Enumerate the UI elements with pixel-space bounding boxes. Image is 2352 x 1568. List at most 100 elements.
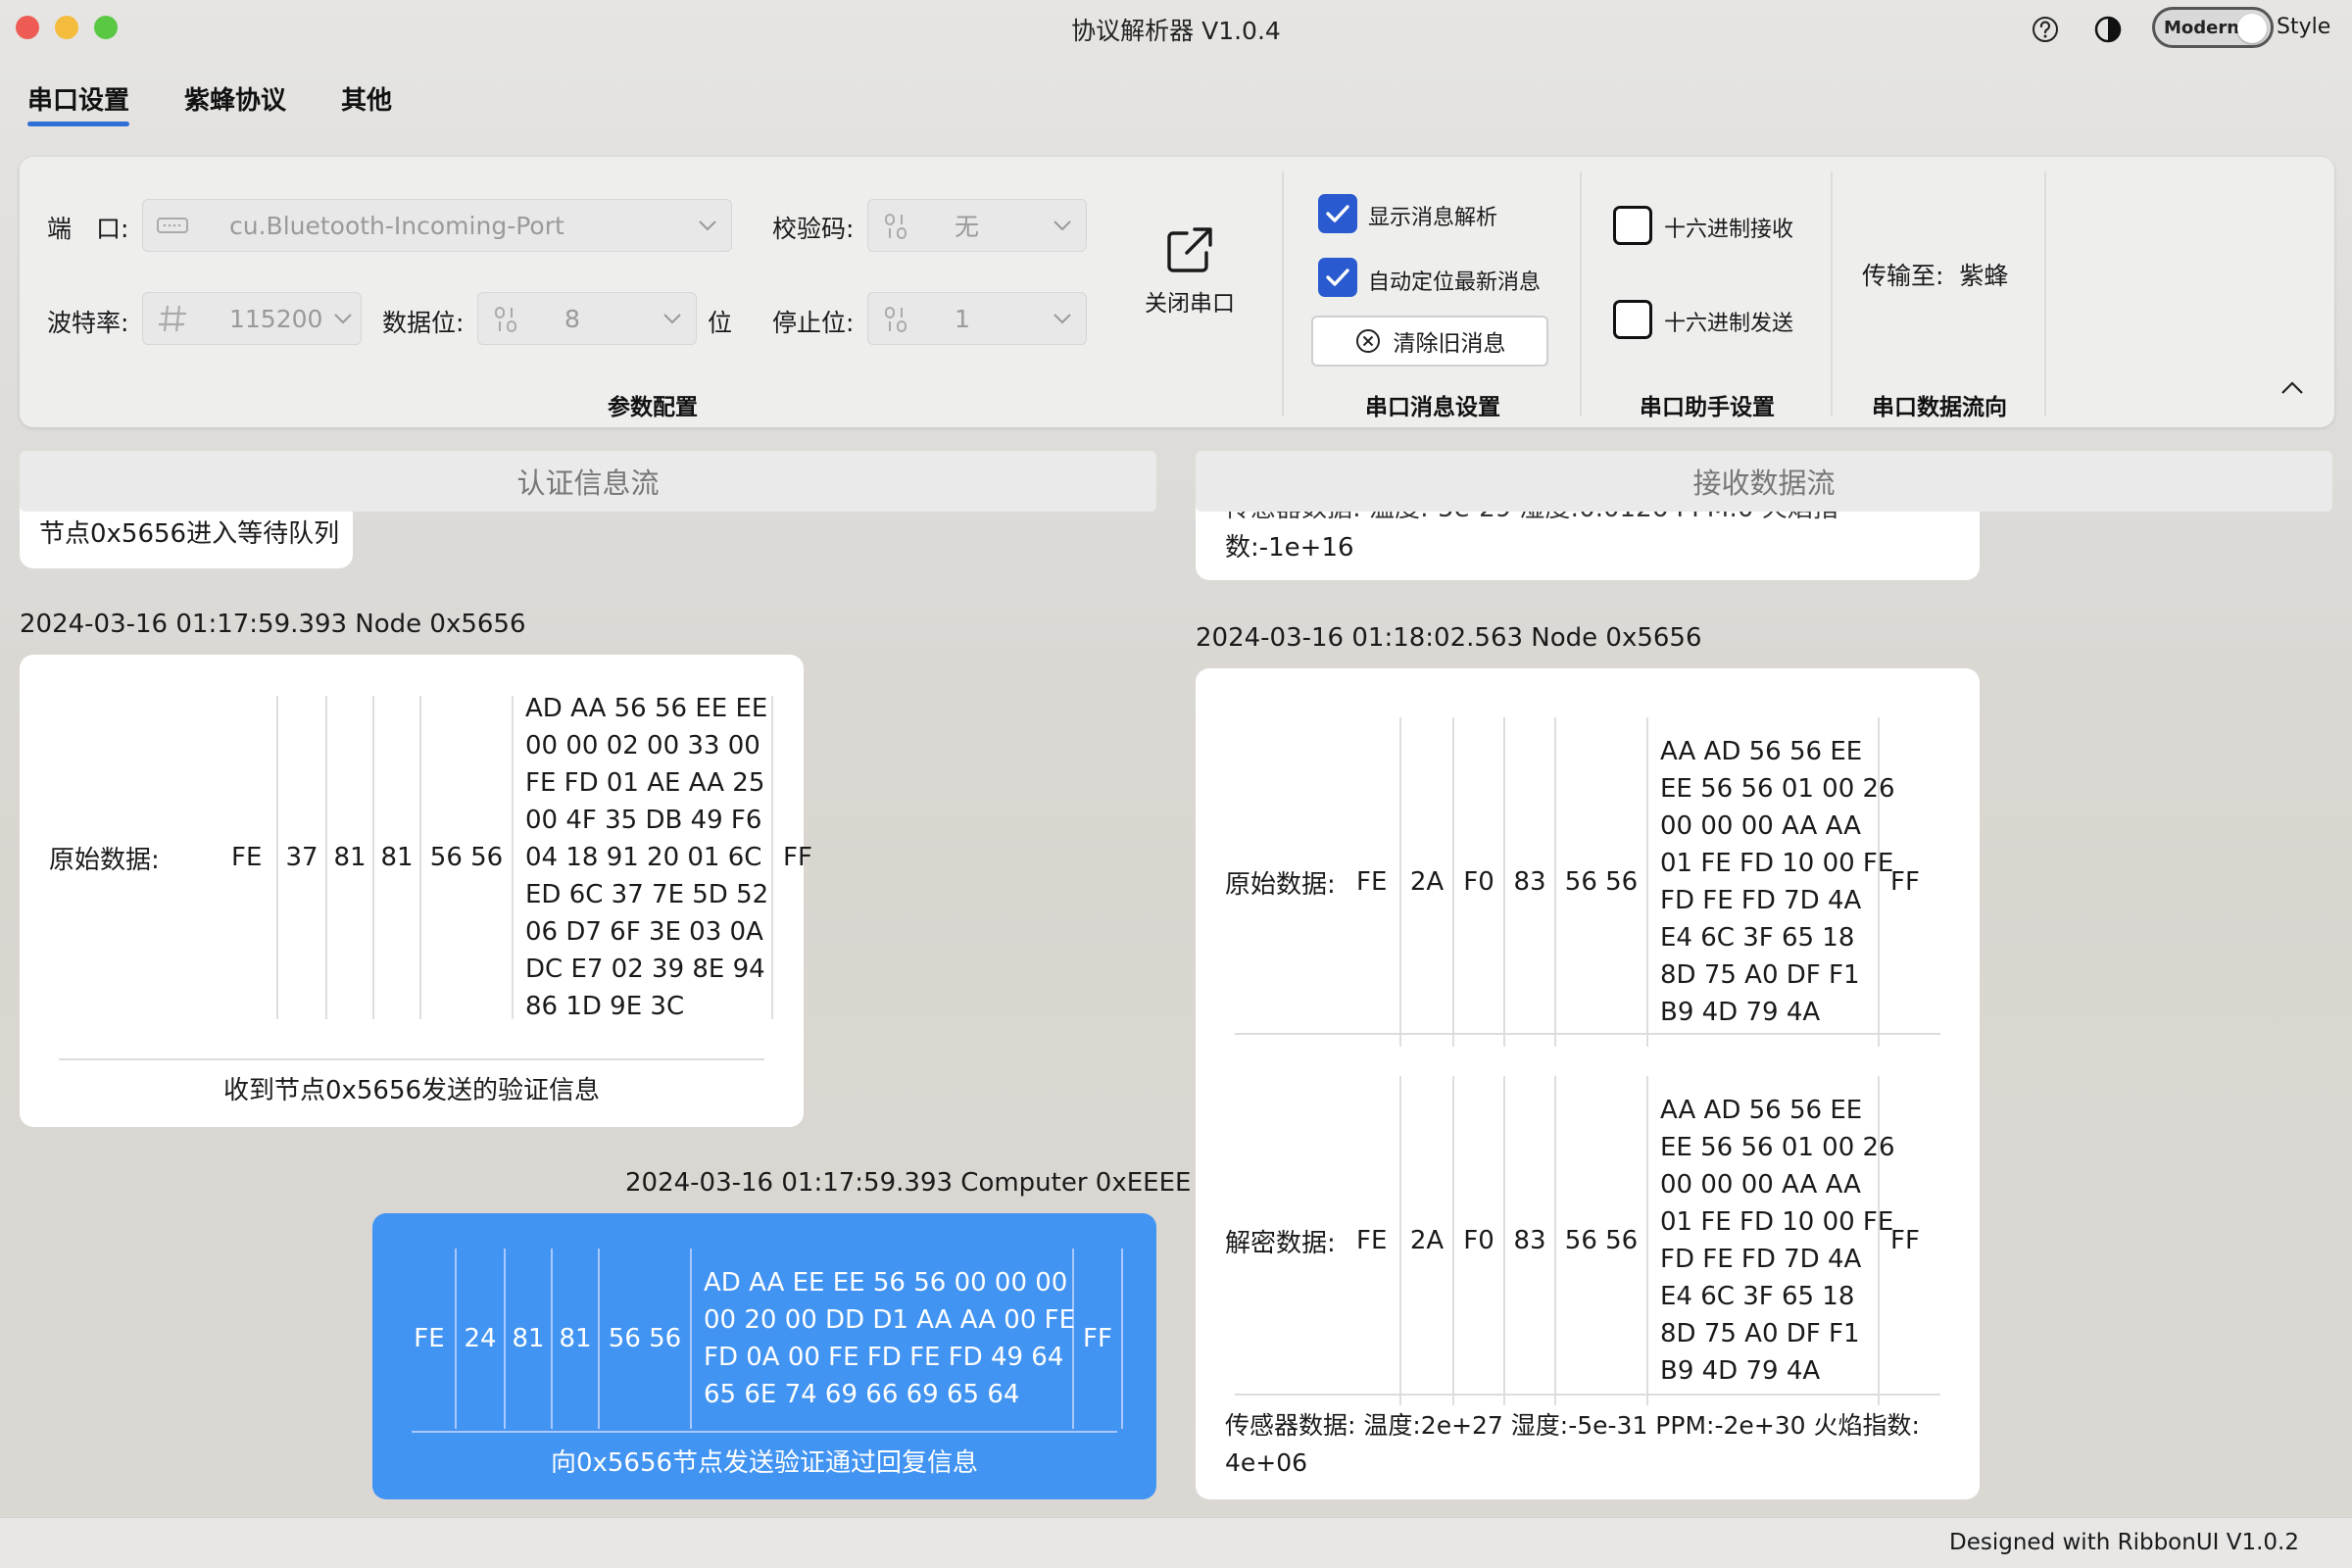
baud-select[interactable]: 115200	[142, 292, 362, 345]
flow-group-title: 串口数据流向	[1872, 395, 2007, 420]
msg-settings-group-title: 串口消息设置	[1365, 395, 1500, 420]
stopbits-label: 停止位:	[772, 309, 855, 337]
window-title: 协议解析器 V1.0.4	[1071, 17, 1281, 45]
transmit-to-value: 紫蜂	[1959, 262, 2009, 290]
field-start: FE	[1356, 717, 1401, 1047]
field-cmd: 83	[1505, 1076, 1556, 1405]
payload-cell: AA AD 56 56 EE EE 56 56 01 00 26 00 00 0…	[1648, 1076, 1895, 1405]
databits-unit: 位	[708, 309, 733, 337]
sensor-data: 传感器数据: 温度:2e+27 湿度:-5e-31 PPM:-2e+30 火焰指…	[1225, 1407, 1920, 1482]
auth-stream-header: 认证信息流	[20, 451, 1156, 512]
style-toggle-label: Modern	[2164, 17, 2240, 38]
field-end: FF	[1074, 1249, 1123, 1429]
status-bar: Designed with RibbonUI V1.0.2	[0, 1517, 2352, 1568]
clear-old-messages-button[interactable]: 清除旧消息	[1311, 316, 1548, 367]
toggle-knob	[2237, 14, 2267, 43]
divider	[1235, 1033, 1940, 1035]
payload-cell: AD AA EE EE 56 56 00 00 00 00 20 00 DD D…	[692, 1249, 1076, 1429]
port-select[interactable]: cu.Bluetooth-Incoming-Port	[142, 199, 732, 252]
stopbits-value: 1	[955, 304, 970, 333]
divider	[1282, 172, 1284, 416]
field-addr: 56 56	[1556, 1076, 1648, 1405]
transmit-to-text: 传输至:	[1862, 262, 1944, 290]
auto-locate-checkbox[interactable]	[1318, 258, 1357, 297]
field-cmd: 83	[1505, 717, 1556, 1047]
hex-receive-checkbox[interactable]	[1613, 206, 1652, 245]
chevron-down-icon	[325, 313, 361, 324]
parity-label: 校验码:	[772, 215, 855, 243]
style-label: Style	[2277, 15, 2331, 39]
show-parse-checkbox[interactable]	[1318, 194, 1357, 233]
decrypted-data-label: 解密数据:	[1225, 1228, 1336, 1258]
port-label: 端 口:	[47, 215, 129, 243]
payload-cell: AA AD 56 56 EE EE 56 56 01 00 26 00 00 0…	[1648, 717, 1895, 1047]
field-addr: 56 56	[600, 1249, 692, 1429]
field-start: FE	[225, 696, 278, 1019]
clear-old-messages-label: 清除旧消息	[1393, 331, 1506, 357]
divider	[412, 1431, 1117, 1433]
transmit-to-label: 传输至: 紫蜂	[1862, 257, 2008, 292]
field-length: 2A	[1401, 1076, 1454, 1405]
databits-label: 数据位:	[382, 309, 465, 337]
message-caption: 向0x5656节点发送验证通过回复信息	[550, 1448, 979, 1478]
tab-other[interactable]: 其他	[341, 80, 392, 117]
tab-zigbee[interactable]: 紫蜂协议	[184, 80, 286, 117]
hash-icon	[143, 302, 202, 335]
show-parse-label: 显示消息解析	[1368, 206, 1498, 230]
tab-serial-settings[interactable]: 串口设置	[27, 80, 129, 117]
payload-cell: AD AA 56 56 EE EE 00 00 02 00 33 00 FE F…	[514, 694, 773, 1021]
received-message-card: 原始数据: FE 2A F0 83 56 56 AA AD 56 56 EE E…	[1196, 668, 1980, 1499]
app-window: 协议解析器 V1.0.4 Modern Style 串口设置 紫蜂协议 其他 端…	[0, 0, 2352, 1568]
port-value: cu.Bluetooth-Incoming-Port	[229, 211, 564, 240]
message-timestamp: 2024-03-16 01:17:59.393 Node 0x5656	[20, 610, 526, 639]
field-length: 2A	[1401, 717, 1454, 1047]
chevron-down-icon	[1039, 313, 1086, 324]
field-type: F0	[1454, 717, 1505, 1047]
params-group-title: 参数配置	[608, 395, 698, 420]
field-type: 81	[327, 696, 374, 1019]
payload-hex: AA AD 56 56 EE EE 56 56 01 00 26 00 00 0…	[1660, 737, 1895, 1027]
message-timestamp: 2024-03-16 01:17:59.393 Computer 0xEEEE	[625, 1168, 1192, 1198]
bits-icon	[868, 209, 927, 242]
style-toggle[interactable]: Modern	[2152, 7, 2274, 48]
raw-data-row: 原始数据: FE 2A F0 83 56 56 AA AD 56 56 EE E…	[1225, 717, 1931, 1047]
chevron-down-icon	[649, 313, 696, 324]
field-type: 81	[506, 1249, 553, 1429]
check-icon	[1326, 205, 1349, 222]
divider	[1831, 172, 1833, 416]
parity-select[interactable]: 无	[867, 199, 1087, 252]
serial-port-icon	[143, 216, 202, 235]
payload-hex: AA AD 56 56 EE EE 56 56 01 00 26 00 00 0…	[1660, 1096, 1895, 1386]
field-start: FE	[404, 1249, 457, 1429]
field-addr: 56 56	[1556, 717, 1648, 1047]
sensor-data-line: 4e+06	[1225, 1448, 1308, 1477]
sent-data-row: FE 24 81 81 56 56 AD AA EE EE 56 56 00 0…	[404, 1249, 1123, 1429]
hex-send-label: 十六进制发送	[1664, 312, 1794, 336]
field-cmd: 81	[374, 696, 421, 1019]
helper-group-title: 串口助手设置	[1640, 395, 1775, 420]
sensor-data-line: 传感器数据: 温度:2e+27 湿度:-5e-31 PPM:-2e+30 火焰指…	[1225, 1411, 1920, 1440]
hex-send-checkbox[interactable]	[1613, 300, 1652, 339]
databits-select[interactable]: 8	[477, 292, 697, 345]
collapse-ribbon-button[interactable]	[2279, 380, 2305, 400]
title-bar: 协议解析器 V1.0.4 Modern Style	[0, 0, 2352, 57]
payload-hex: AD AA EE EE 56 56 00 00 00 00 20 00 DD D…	[704, 1268, 1076, 1409]
help-button[interactable]	[2029, 12, 2062, 47]
payload-hex: AD AA 56 56 EE EE 00 00 02 00 33 00 FE F…	[525, 694, 769, 1021]
stopbits-select[interactable]: 1	[867, 292, 1087, 345]
raw-data-label: 原始数据:	[1225, 869, 1336, 900]
divider	[1235, 1394, 1940, 1396]
field-end: FF	[783, 843, 812, 872]
divider	[2044, 172, 2046, 416]
close-port-button[interactable]: 关闭串口	[1137, 223, 1243, 321]
bits-icon	[478, 302, 537, 335]
field-start: FE	[1356, 1076, 1401, 1405]
theme-button[interactable]	[2091, 12, 2125, 47]
parity-value: 无	[955, 213, 980, 241]
partial-message-text: 节点0x5656进入等待队列	[39, 519, 340, 549]
raw-data-row: 原始数据: FE 37 81 81 56 56 AD AA 56 56 EE E…	[49, 694, 822, 1021]
partial-sensor-tail: 数:-1e+16	[1225, 533, 1354, 563]
field-length: 24	[457, 1249, 506, 1429]
external-link-icon	[1137, 223, 1243, 278]
baud-label: 波特率:	[47, 309, 129, 337]
